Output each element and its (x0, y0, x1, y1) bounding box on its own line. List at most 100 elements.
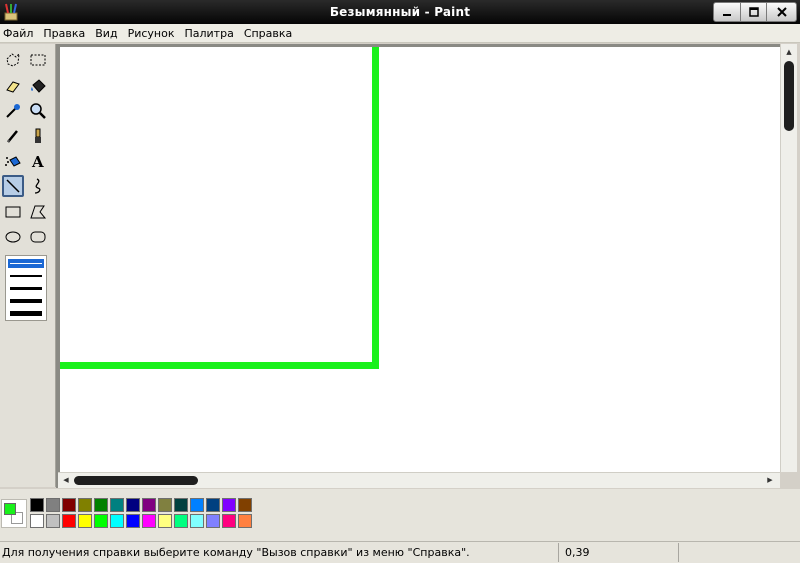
palette-swatch[interactable] (206, 514, 220, 528)
close-button[interactable] (767, 2, 797, 22)
rect-select-icon (30, 54, 46, 66)
status-separator (678, 543, 679, 562)
minimize-icon (723, 14, 731, 16)
palette-swatch[interactable] (190, 514, 204, 528)
curve-tool[interactable] (27, 175, 49, 197)
vertical-scrollbar[interactable]: ▲ (780, 44, 797, 472)
palette-swatch[interactable] (126, 514, 140, 528)
minimize-button[interactable] (713, 2, 741, 22)
menu-file[interactable]: Файл (0, 24, 38, 43)
palette-swatch[interactable] (206, 498, 220, 512)
drawn-vertical-line (372, 47, 379, 368)
free-form-select-tool[interactable] (2, 49, 24, 71)
palette-swatch[interactable] (222, 514, 236, 528)
palette-swatch[interactable] (110, 514, 124, 528)
brush-tool[interactable] (27, 125, 49, 147)
palette-swatch[interactable] (222, 498, 236, 512)
maximize-icon (748, 7, 759, 17)
menu-edit[interactable]: Правка (38, 24, 90, 43)
pencil-tool[interactable] (2, 125, 24, 147)
fill-bucket-tool[interactable] (27, 75, 49, 97)
line-width-5[interactable] (10, 311, 42, 316)
palette-swatch[interactable] (30, 498, 44, 512)
palette-swatch[interactable] (94, 514, 108, 528)
rounded-rectangle-tool[interactable] (27, 226, 49, 248)
palette-swatch[interactable] (94, 498, 108, 512)
horizontal-scrollbar[interactable]: ◀ ▶ (58, 472, 780, 488)
palette-swatch[interactable] (190, 498, 204, 512)
scroll-right-icon[interactable]: ▶ (764, 474, 776, 486)
palette-swatch[interactable] (142, 498, 156, 512)
palette-swatch[interactable] (238, 514, 252, 528)
scroll-corner (780, 472, 797, 488)
menu-help[interactable]: Справка (239, 24, 297, 43)
airbrush-icon (5, 156, 21, 167)
line-width-4[interactable] (10, 299, 42, 303)
palette-swatch[interactable] (110, 498, 124, 512)
palette-swatch[interactable] (78, 498, 92, 512)
menu-image[interactable]: Рисунок (123, 24, 180, 43)
fill-bucket-icon (31, 79, 46, 93)
rectangle-icon (5, 206, 21, 218)
magnifier-icon (30, 103, 46, 119)
palette-swatch[interactable] (78, 514, 92, 528)
eraser-icon (6, 81, 20, 93)
current-colors[interactable] (1, 499, 27, 528)
status-separator (558, 543, 559, 562)
color-picker-tool[interactable] (2, 100, 24, 122)
palette-swatch[interactable] (46, 498, 60, 512)
menu-view[interactable]: Вид (90, 24, 122, 43)
horizontal-scroll-thumb[interactable] (74, 476, 198, 485)
polygon-tool[interactable] (27, 201, 49, 223)
foreground-color-box[interactable] (4, 503, 16, 515)
eraser-tool[interactable] (2, 75, 24, 97)
drawn-horizontal-line (60, 362, 379, 369)
status-help-text: Для получения справки выберите команду "… (2, 546, 470, 559)
text-icon: A (31, 153, 44, 170)
palette-swatch[interactable] (30, 514, 44, 528)
ellipse-tool[interactable] (2, 226, 24, 248)
rectangle-tool[interactable] (2, 201, 24, 223)
line-icon (6, 179, 20, 193)
ellipse-icon (5, 231, 21, 243)
curve-icon (34, 178, 41, 194)
line-width-3[interactable] (10, 287, 42, 290)
palette-swatch[interactable] (174, 514, 188, 528)
free-form-select-icon (6, 52, 20, 67)
palette-swatch[interactable] (62, 498, 76, 512)
color-picker-icon (6, 104, 20, 118)
close-icon (776, 7, 787, 17)
window-controls (713, 2, 797, 22)
line-width-2[interactable] (10, 275, 42, 277)
palette-swatch[interactable] (46, 514, 60, 528)
tool-box: A (0, 44, 56, 487)
scroll-up-icon[interactable]: ▲ (783, 46, 795, 58)
palette-swatch[interactable] (62, 514, 76, 528)
scroll-left-icon[interactable]: ◀ (60, 474, 72, 486)
polygon-icon (30, 205, 47, 219)
rounded-rectangle-icon (30, 231, 46, 243)
palette-swatch[interactable] (142, 514, 156, 528)
maximize-button[interactable] (741, 2, 767, 22)
svg-text:A: A (31, 153, 44, 170)
palette-swatch[interactable] (238, 498, 252, 512)
line-width-1[interactable] (10, 263, 42, 264)
status-coordinates: 0,39 (565, 546, 590, 559)
palette-swatch[interactable] (158, 514, 172, 528)
vertical-scroll-thumb[interactable] (784, 61, 794, 131)
drawing-canvas[interactable] (60, 47, 780, 472)
palette-swatch[interactable] (158, 498, 172, 512)
title-bar: Безымянный - Paint (0, 0, 800, 24)
rect-select-tool[interactable] (27, 49, 49, 71)
text-tool[interactable]: A (27, 150, 49, 172)
palette-swatch[interactable] (174, 498, 188, 512)
palette-swatch[interactable] (126, 498, 140, 512)
line-tool[interactable] (2, 175, 24, 197)
pencil-icon (7, 130, 18, 143)
airbrush-tool[interactable] (2, 150, 24, 172)
menu-colors[interactable]: Палитра (179, 24, 238, 43)
magnifier-tool[interactable] (27, 100, 49, 122)
menu-bar: Файл Правка Вид Рисунок Палитра Справка (0, 24, 800, 43)
status-bar: Для получения справки выберите команду "… (0, 541, 800, 563)
brush-icon (35, 128, 41, 143)
